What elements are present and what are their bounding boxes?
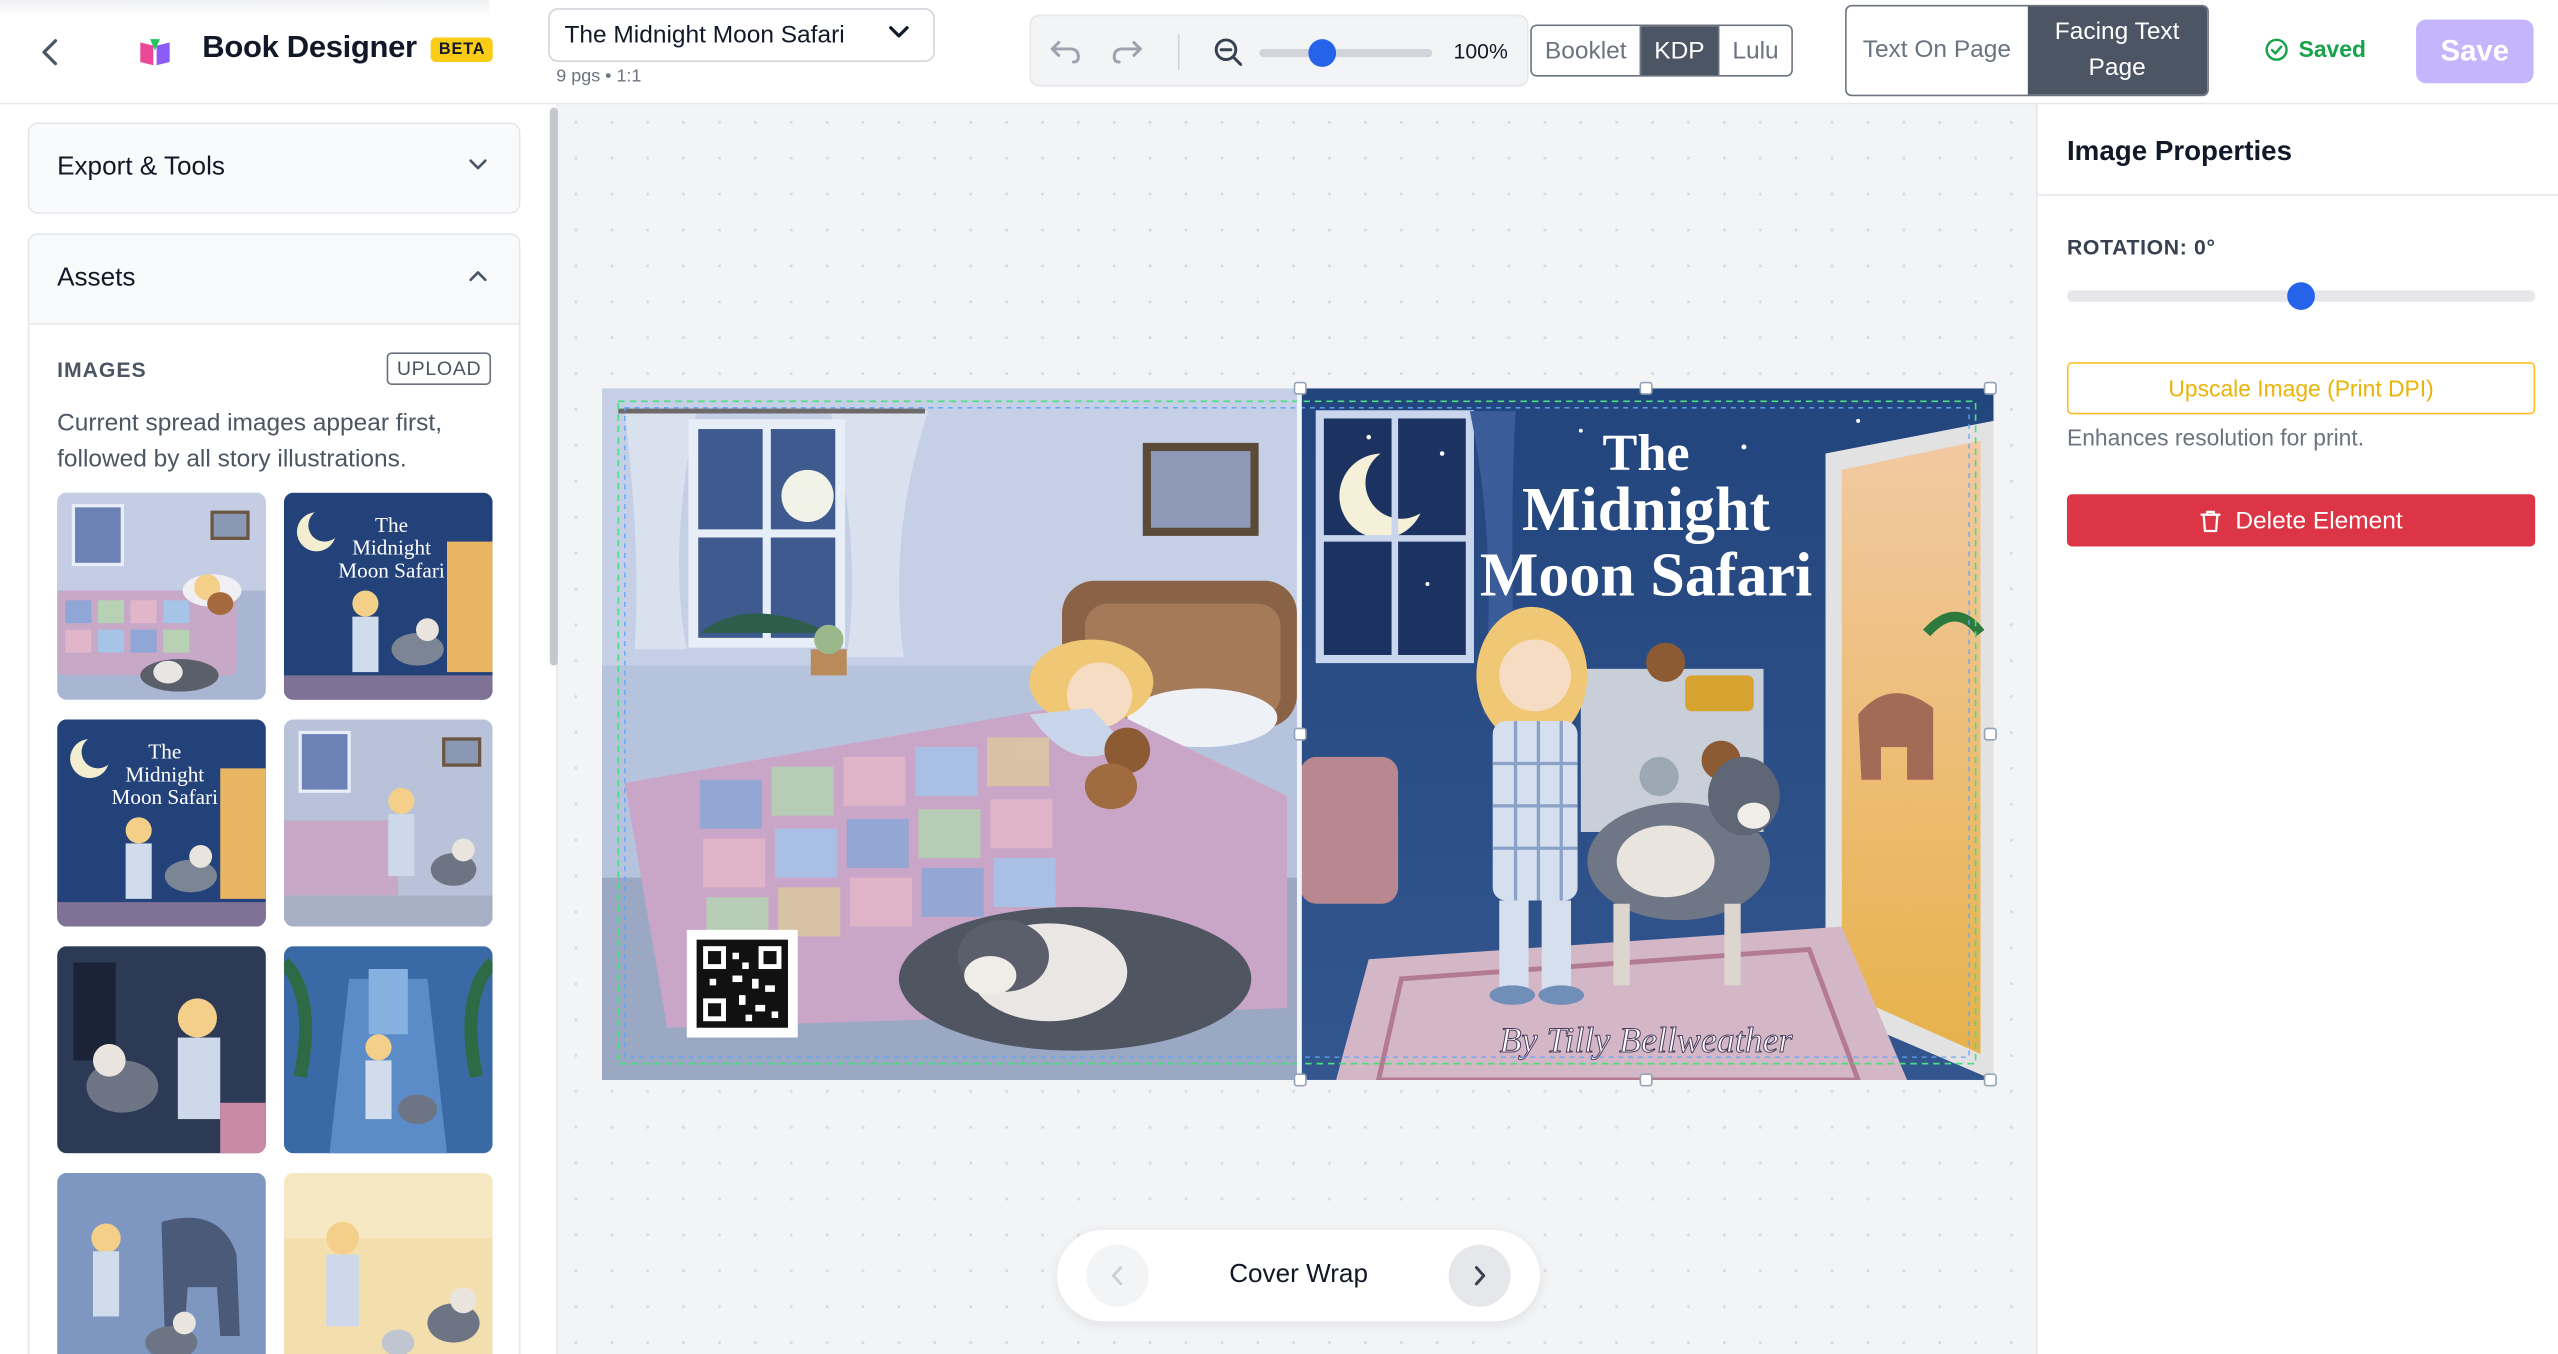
image-properties-panel: Image Properties ROTATION: 0° Upscale Im… [2035, 104, 2558, 1354]
thumbnail-girl-in-blue-hallway[interactable] [283, 946, 493, 1154]
export-tools-header[interactable]: Export & Tools [29, 124, 518, 212]
images-description: Current spread images appear first, foll… [57, 409, 443, 474]
book-designer-logo-icon [140, 39, 170, 66]
cover-author[interactable]: By Tilly Bellweather [1499, 1020, 1794, 1061]
cover-title-line1[interactable]: The [1603, 424, 1690, 482]
thumbnail-elephant-shadow[interactable] [57, 1172, 266, 1354]
svg-text:Moon Safari: Moon Safari [112, 785, 219, 809]
chevron-down-icon [469, 159, 487, 170]
zoom-slider-thumb[interactable] [1307, 39, 1336, 67]
beta-badge: BETA [430, 37, 494, 62]
chevron-down-icon [889, 26, 909, 38]
save-button[interactable]: Save [2416, 19, 2534, 84]
resize-handle-top[interactable] [1639, 381, 1653, 395]
resize-handle-bottom-right[interactable] [1983, 1073, 1997, 1087]
thumbnail-cover-front[interactable]: The Midnight Moon Safari [283, 492, 493, 700]
export-tools-panel: Export & Tools [27, 122, 521, 214]
illustration-cover-front-copy: The Midnight Moon Safari [57, 719, 266, 927]
format-kdp-button[interactable]: KDP [1641, 26, 1720, 76]
chevron-left-icon [42, 39, 58, 66]
chevron-up-icon [469, 271, 487, 282]
assets-panel: Assets IMAGES UPLOAD Current spread imag… [27, 233, 521, 1354]
export-tools-label: Export & Tools [57, 153, 225, 182]
upscale-image-button[interactable]: Upscale Image (Print DPI) [2066, 362, 2536, 415]
upload-button[interactable]: UPLOAD [387, 352, 492, 385]
edit-toolbar: 100% [1029, 14, 1529, 87]
page-navigator: Cover Wrap [1057, 1230, 1541, 1322]
format-lulu-button[interactable]: Lulu [1719, 26, 1792, 76]
next-page-button[interactable] [1448, 1244, 1511, 1307]
pages-meta: 9 pgs • 1:1 [556, 66, 642, 87]
illustration-bedroom-sleeping [57, 492, 266, 700]
chevron-right-icon [1474, 1266, 1486, 1286]
layout-toggle-group: Text On Page Facing Text Page [1845, 4, 2209, 97]
thumbnail-girl-vacuuming-with-dog[interactable] [283, 1172, 493, 1354]
book-title-select[interactable]: The Midnight Moon Safari [548, 8, 935, 62]
thumbnail-cover-front-copy[interactable]: The Midnight Moon Safari [57, 719, 266, 927]
left-sidebar: Export & Tools Assets IMAGES UPLOAD Curr… [0, 104, 558, 1354]
resize-handle-right[interactable] [1983, 727, 1997, 741]
top-bar: Book Designer BETA The Midnight Moon Saf… [0, 0, 2558, 105]
zoom-slider[interactable] [1259, 39, 1433, 67]
illustration-elephant-shadow [57, 1172, 266, 1354]
brand-name: Book Designer [202, 30, 417, 66]
saved-label: Saved [2298, 35, 2366, 62]
assets-body: IMAGES UPLOAD Current spread images appe… [29, 323, 519, 1354]
rotation-slider-thumb[interactable] [2287, 282, 2315, 310]
thumbnail-girl-with-dog-dark-room[interactable] [57, 946, 266, 1154]
images-heading: IMAGES [57, 357, 147, 382]
cover-title-line2[interactable]: Midnight [1522, 476, 1770, 544]
illustration-blue-hallway [283, 946, 493, 1154]
thumbnail-cover-title: The [375, 513, 408, 537]
upscale-hint: Enhances resolution for print. [2066, 424, 2365, 451]
delete-element-button[interactable]: Delete Element [2066, 494, 2536, 547]
resize-handle-left[interactable] [1293, 727, 1307, 741]
sidebar-scrollbar[interactable] [549, 107, 558, 666]
layout-text-on-page-button[interactable]: Text On Page [1846, 6, 2027, 95]
zoom-level: 100% [1453, 39, 1508, 64]
resize-handle-bottom[interactable] [1639, 1073, 1653, 1087]
format-booklet-button[interactable]: Booklet [1531, 26, 1642, 76]
svg-text:The: The [148, 740, 181, 764]
illustration-vacuuming [283, 1172, 493, 1354]
illustration-girl-with-dog [57, 946, 266, 1154]
delete-label: Delete Element [2235, 506, 2403, 535]
qr-code [686, 929, 798, 1038]
zoom-out-icon[interactable] [1212, 36, 1245, 69]
thumbnail-bedroom-sleeping-girl[interactable] [57, 492, 266, 700]
layout-facing-text-page-button[interactable]: Facing Text Page [2026, 6, 2208, 95]
resize-handle-top-right[interactable] [1983, 381, 1997, 395]
undo-icon[interactable] [1047, 34, 1083, 67]
canvas-area: The Midnight Moon Safari By Tilly Bellwe… [557, 104, 2036, 1354]
check-circle-icon [2265, 37, 2288, 61]
redo-icon[interactable] [1109, 34, 1145, 67]
assets-label: Assets [57, 264, 136, 293]
trash-icon [2200, 509, 2221, 532]
toolbar-divider [1177, 34, 1180, 71]
panel-title: Image Properties [2066, 135, 2293, 167]
svg-text:Midnight: Midnight [125, 762, 204, 786]
thumbnail-girl-making-bed[interactable] [283, 719, 493, 927]
assets-header[interactable]: Assets [29, 235, 518, 323]
back-button[interactable] [23, 29, 78, 75]
header-shadow [0, 0, 490, 17]
saved-status: Saved [2264, 36, 2366, 62]
cover-title-line3[interactable]: Moon Safari [1480, 541, 1812, 609]
svg-text:Moon Safari: Moon Safari [338, 558, 445, 582]
rotation-slider[interactable] [2066, 282, 2536, 310]
resize-handle-top-left[interactable] [1293, 381, 1307, 395]
svg-text:Midnight: Midnight [352, 536, 431, 560]
panel-divider [2037, 194, 2558, 196]
illustration-cover-front: The Midnight Moon Safari [283, 492, 493, 700]
resize-handle-bottom-left[interactable] [1293, 1073, 1307, 1087]
rotation-label: ROTATION: 0° [2066, 234, 2216, 260]
format-toggle-group: Booklet KDP Lulu [1530, 24, 1794, 77]
book-title-value: The Midnight Moon Safari [564, 21, 845, 49]
illustration-girl-making-bed [283, 719, 493, 927]
